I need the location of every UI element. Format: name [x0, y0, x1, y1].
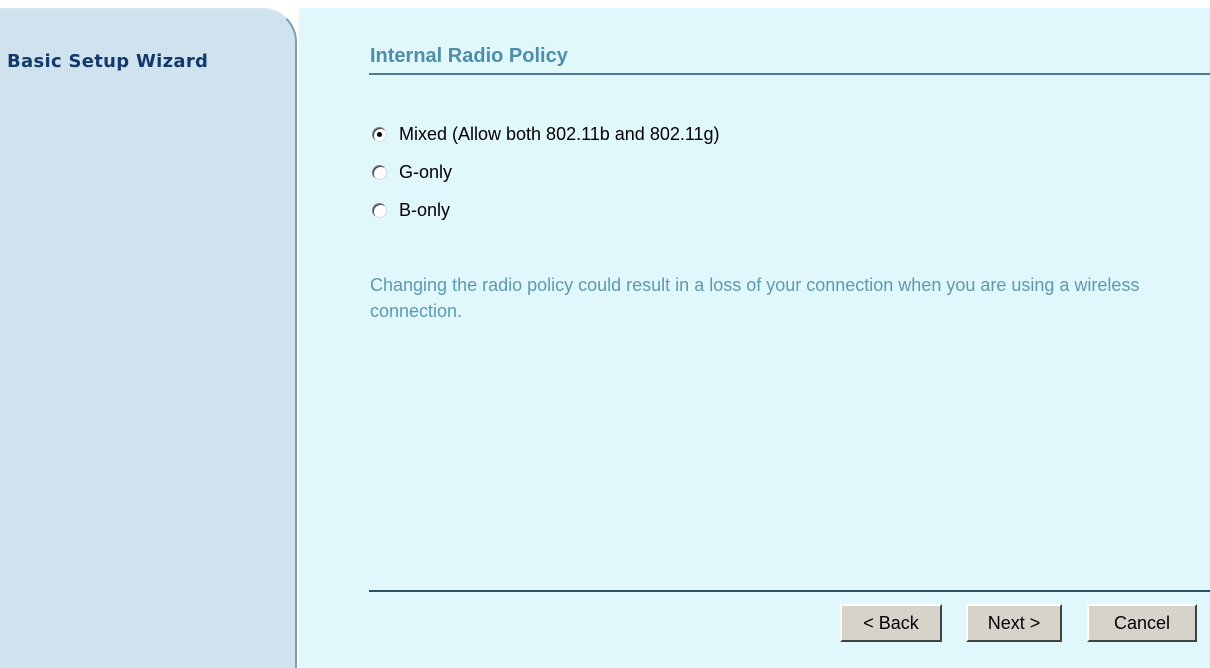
wizard-sidebar: Basic Setup Wizard	[0, 8, 297, 668]
next-button[interactable]: Next >	[966, 604, 1062, 642]
radio-label-b-only[interactable]: B-only	[399, 200, 450, 221]
radio-option-b-only[interactable]: B-only	[372, 196, 720, 225]
wizard-main-panel: Internal Radio Policy Mixed (Allow both …	[299, 8, 1210, 668]
title-divider	[369, 73, 1210, 75]
radio-button-b-only[interactable]	[372, 203, 387, 218]
radio-label-g-only[interactable]: G-only	[399, 162, 452, 183]
warning-note: Changing the radio policy could result i…	[370, 275, 1140, 321]
radio-button-mixed[interactable]	[372, 127, 387, 142]
radio-option-g-only[interactable]: G-only	[372, 158, 720, 187]
page-title: Internal Radio Policy	[370, 45, 568, 67]
sidebar-title: Basic Setup Wizard	[7, 51, 209, 72]
footer-divider	[369, 590, 1210, 592]
radio-button-g-only[interactable]	[372, 165, 387, 180]
radio-policy-options: Mixed (Allow both 802.11b and 802.11g) G…	[372, 120, 720, 234]
radio-option-mixed[interactable]: Mixed (Allow both 802.11b and 802.11g)	[372, 120, 720, 149]
back-button[interactable]: < Back	[840, 604, 942, 642]
radio-label-mixed[interactable]: Mixed (Allow both 802.11b and 802.11g)	[399, 124, 720, 145]
cancel-button[interactable]: Cancel	[1087, 604, 1197, 642]
